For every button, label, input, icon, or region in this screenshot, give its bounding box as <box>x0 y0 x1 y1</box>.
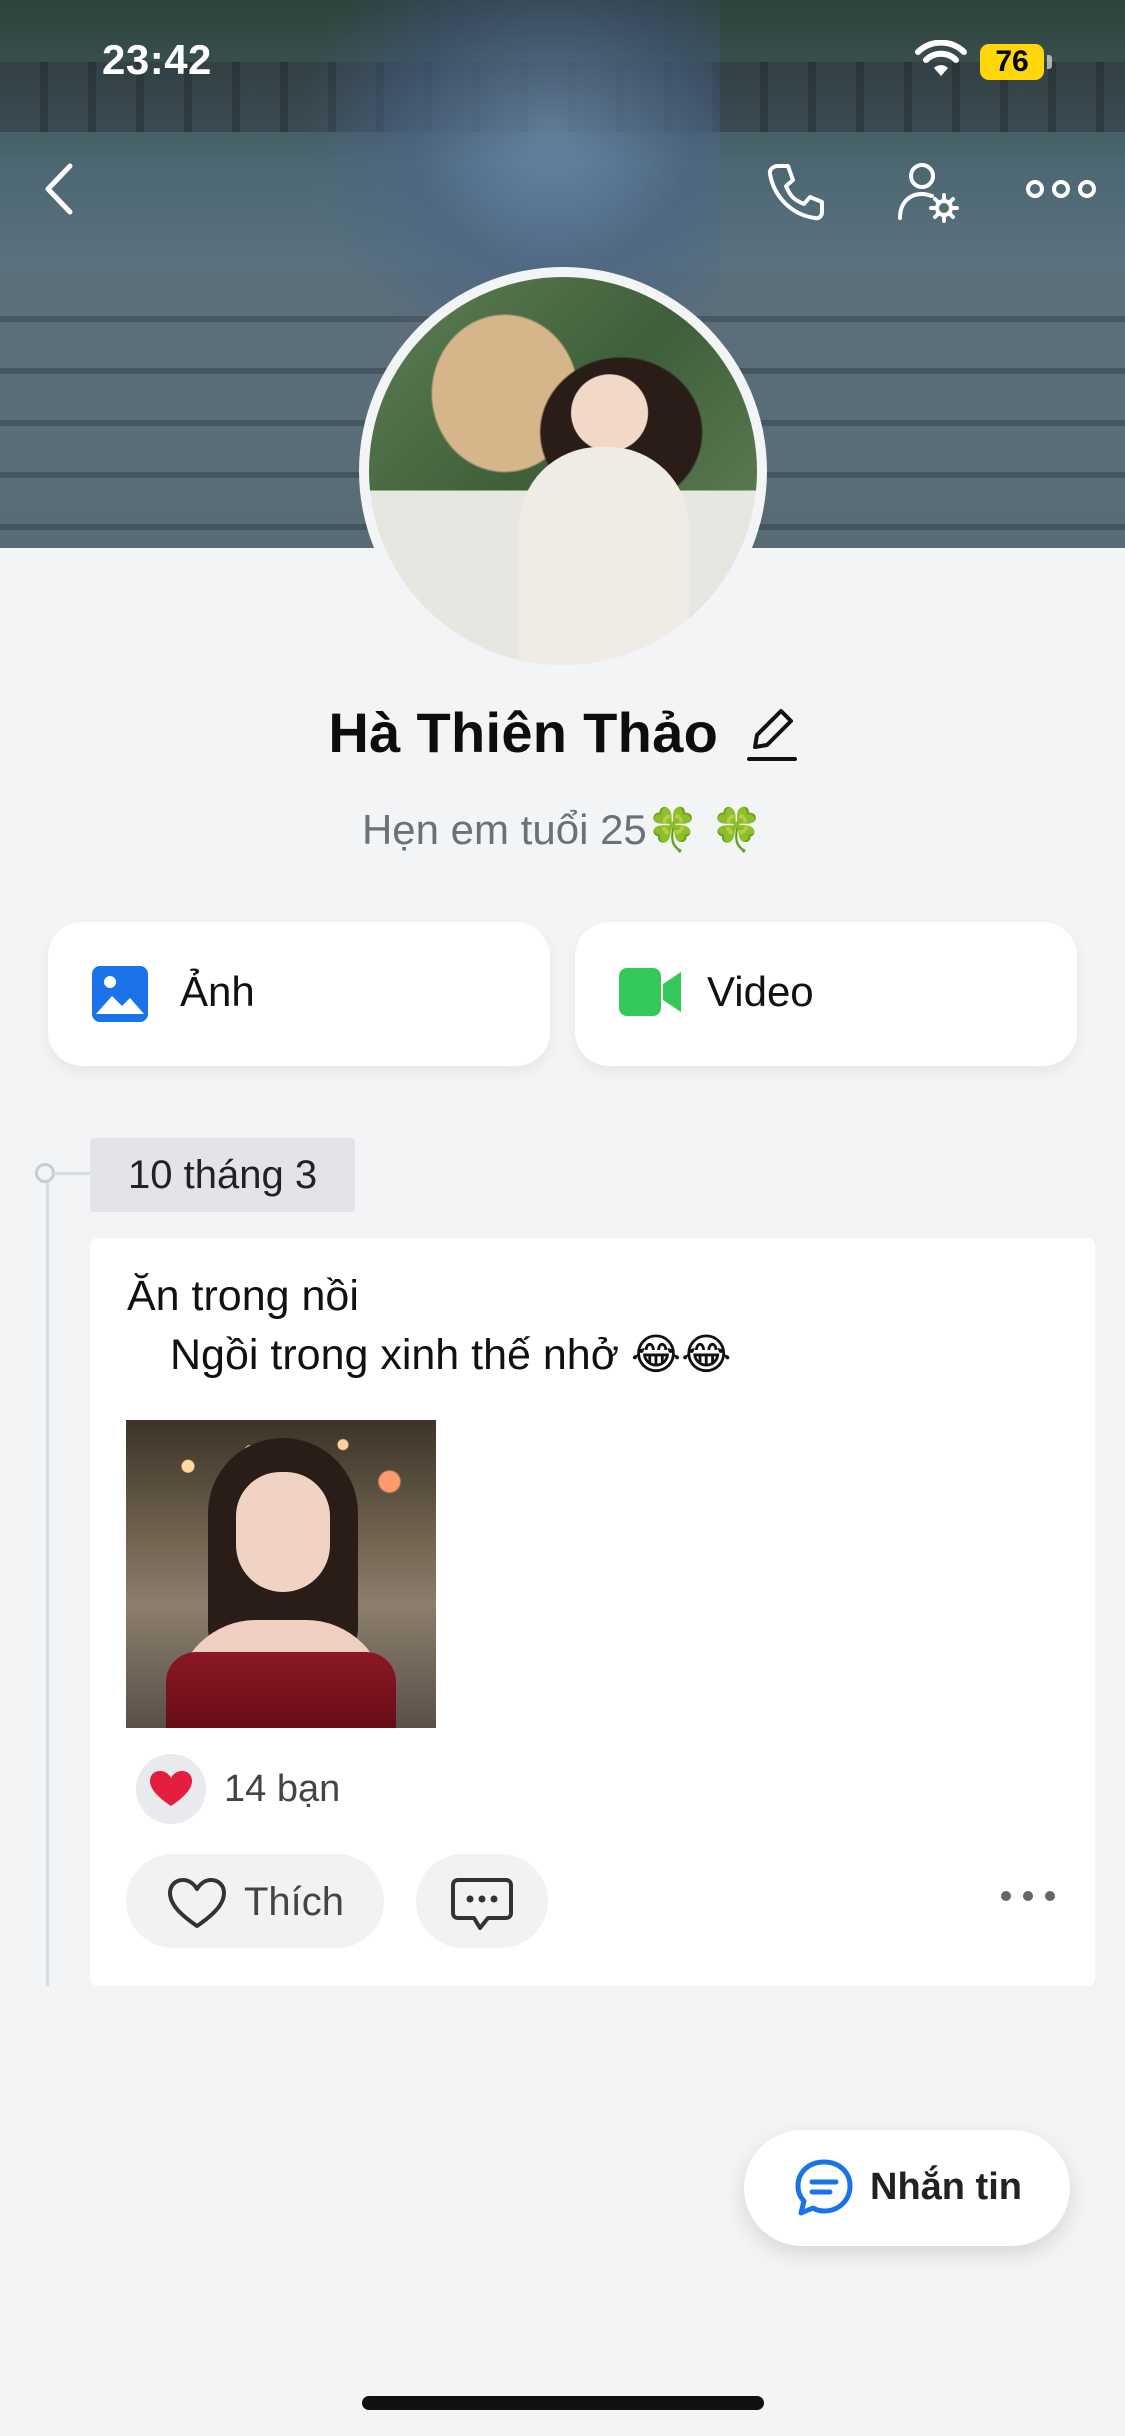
profile-name: Hà Thiên Thảo <box>328 701 719 764</box>
battery-tip <box>1047 55 1052 69</box>
post-photo[interactable] <box>126 1420 436 1728</box>
photos-card[interactable]: Ảnh <box>48 922 550 1066</box>
timeline-connector <box>54 1172 90 1175</box>
photo-dress <box>166 1652 396 1728</box>
message-button[interactable]: Nhắn tin <box>744 2130 1070 2246</box>
avatar-photo <box>369 277 757 665</box>
reaction-count[interactable]: 14 bạn <box>224 1768 340 1811</box>
photo-face <box>236 1472 330 1592</box>
like-label: Thích <box>244 1880 345 1924</box>
phone-icon[interactable] <box>764 160 828 224</box>
comment-button[interactable] <box>416 1854 548 1948</box>
timeline-date: 10 tháng 3 <box>90 1138 356 1212</box>
home-indicator[interactable] <box>362 2396 764 2410</box>
message-label: Nhắn tin <box>870 2166 1022 2208</box>
post-text-line-2: Ngồi trong xinh thế nhở 😂😂 <box>170 1331 732 1379</box>
profile-name-row: Hà Thiên Thảo <box>0 700 1125 770</box>
profile-bio: Hẹn em tuổi 25🍀 🍀 <box>361 806 764 853</box>
like-button[interactable]: Thích <box>126 1854 384 1948</box>
timeline-dot <box>35 1163 55 1183</box>
post-text-line-1: Ăn trong nồi <box>127 1272 359 1320</box>
videos-card[interactable]: Video <box>575 922 1077 1066</box>
more-horizontal-icon[interactable] <box>1026 174 1096 204</box>
timeline-line <box>46 1174 49 1986</box>
timeline-post[interactable]: Ăn trong nồi Ngồi trong xinh thế nhở 😂😂 … <box>90 1238 1095 1986</box>
videos-label: Video <box>707 968 814 1015</box>
status-bar: 23:42 76 <box>0 0 1125 120</box>
status-time: 23:42 <box>102 36 212 83</box>
comment-icon <box>451 1878 513 1930</box>
battery-indicator: 76 <box>980 44 1044 80</box>
wifi-icon <box>915 40 967 76</box>
photos-label: Ảnh <box>180 968 255 1015</box>
video-camera-icon <box>619 968 681 1016</box>
user-settings-icon[interactable] <box>896 160 962 226</box>
reaction-badge[interactable] <box>136 1754 206 1824</box>
image-icon <box>92 966 148 1022</box>
heart-filled-icon <box>150 1771 192 1806</box>
profile-avatar[interactable] <box>359 267 767 675</box>
post-more-icon[interactable] <box>1000 1888 1056 1904</box>
pencil-icon[interactable] <box>745 703 797 763</box>
heart-outline-icon <box>168 1878 226 1928</box>
chat-bubble-icon <box>795 2159 853 2216</box>
chevron-left-icon[interactable] <box>40 160 80 218</box>
